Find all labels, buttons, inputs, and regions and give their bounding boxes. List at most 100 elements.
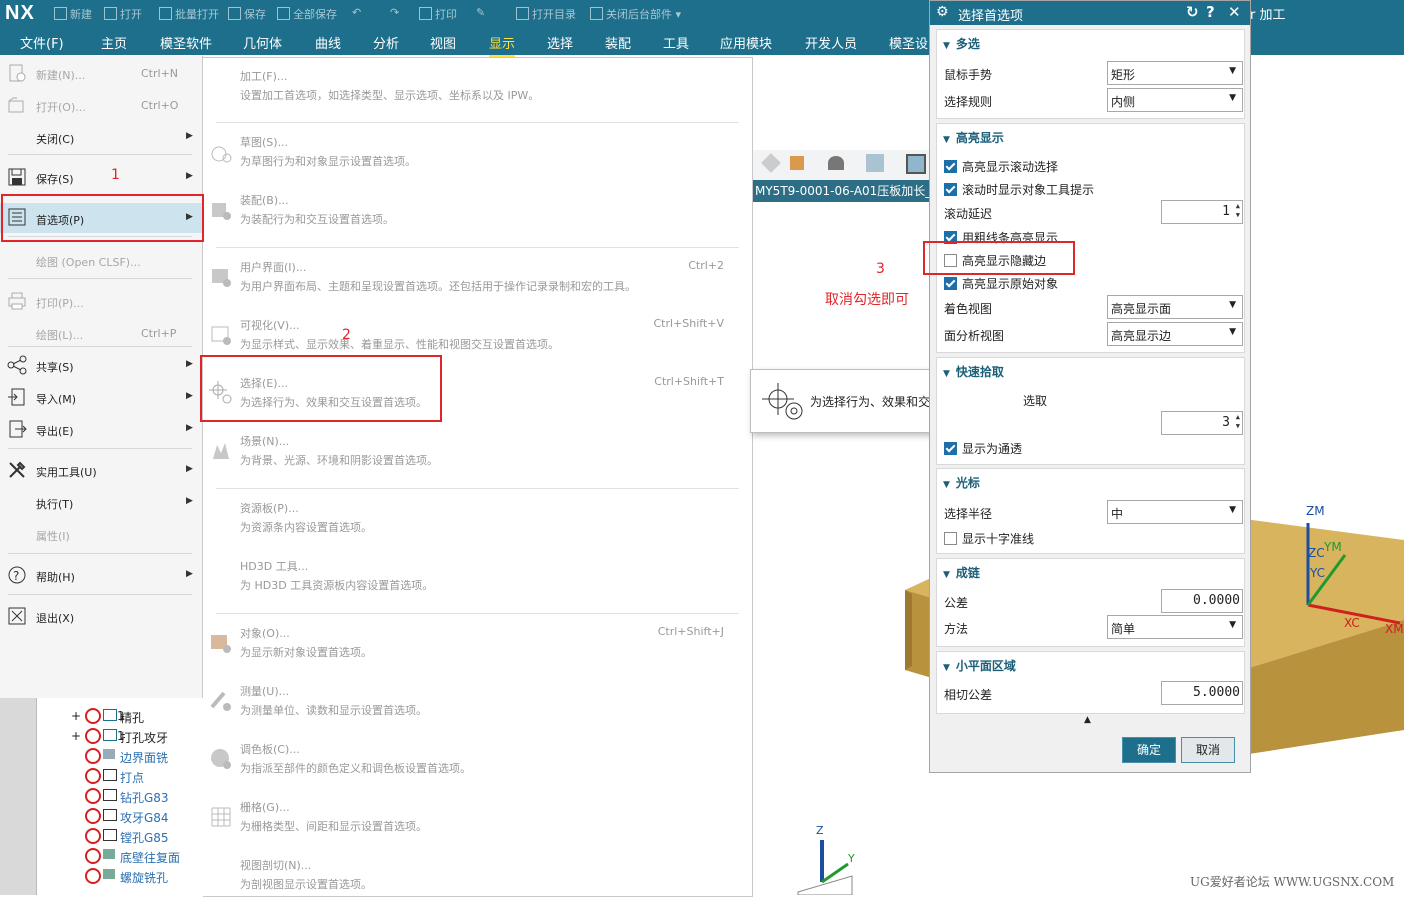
qa-print[interactable]: 打印 [419,6,457,22]
quick-pick-input[interactable]: 3 ▲ ▼ [1161,411,1243,435]
tab-geometry[interactable]: 几何体 [243,33,282,52]
qa-save-all[interactable]: 全部保存 [277,6,337,22]
radius-select[interactable]: 中 ▼ [1107,500,1243,524]
tool-icon[interactable]: ✎ [476,6,485,19]
menu-share[interactable]: 共享(S) ▶ [0,351,202,379]
pref-scene[interactable]: 场景(N)... 为背景、光源、环境和阴影设置首选项。 [203,425,752,475]
tree-row[interactable]: 打点 [37,766,204,786]
menu-utilities[interactable]: 实用工具(U) ▶ [0,456,202,484]
checkbox-checked[interactable] [944,160,957,173]
tab-home[interactable]: 主页 [101,33,127,52]
qa-open[interactable]: 打开 [104,6,142,22]
tab-mosheng2[interactable]: 模圣设 [889,33,928,52]
wire-icon[interactable] [906,154,926,174]
pref-machining[interactable]: 加工(F)... 设置加工首选项，如选择类型、显示选项、坐标系以及 IPW。 [203,60,752,110]
qa-save[interactable]: 保存 [228,6,266,22]
ok-button[interactable]: 确定 [1122,737,1176,763]
menu-execute[interactable]: 执行(T) ▶ [0,488,202,516]
collapse-up-icon[interactable]: ▲ [1084,715,1091,725]
cb-highlight-rolling[interactable]: 高亮显示滚动选择 [944,158,1058,175]
tree-row[interactable]: +1 打孔攻牙 [37,726,204,746]
close-icon[interactable]: ✕ [1228,3,1241,21]
tab-curve[interactable]: 曲线 [315,33,341,52]
pref-sketch[interactable]: 草图(S)... 为草图行为和对象显示设置首选项。 [203,126,752,176]
part-tab[interactable]: MY5T9-0001-06-A01压板加长_s [752,180,933,202]
menu-properties[interactable]: 属性(I) [0,520,202,548]
menu-plot-clsf[interactable]: 绘图 (Open CLSF)... [0,246,202,274]
menu-print[interactable]: 打印(P)... [0,287,202,315]
tab-display[interactable]: 显示 [489,33,516,57]
menu-import[interactable]: 导入(M) ▶ [0,383,202,411]
menu-open[interactable]: 打开(O)... Ctrl+O [0,91,202,119]
menu-help[interactable]: ? 帮助(H) ▶ [0,561,202,589]
solid-icon[interactable] [866,154,884,172]
tree-row[interactable]: 攻牙G84 [37,806,204,826]
pref-visualization[interactable]: 可视化(V)... 为显示样式、显示效果、着重显示、性能和视图交互设置首选项。 Ct… [203,309,752,359]
qa-batch-open[interactable]: 批量打开 [159,6,219,22]
tab-tools[interactable]: 工具 [663,33,689,52]
reset-icon[interactable]: ↻ [1186,3,1199,21]
tree-row[interactable]: 螺旋铣孔 [37,866,204,886]
cancel-button[interactable]: 取消 [1181,737,1235,763]
qa-open-dir[interactable]: 打开目录 [516,6,576,22]
group-header[interactable]: ▼ 小平面区域 [943,657,1016,674]
tab-app-modules[interactable]: 应用模块 [720,33,772,52]
group-header[interactable]: ▼ 高亮显示 [943,129,1004,146]
tree-row[interactable]: 边界面铣 [37,746,204,766]
menu-save[interactable]: 保存(S) ▶ [0,163,202,191]
method-select[interactable]: 简单 ▼ [1107,615,1243,639]
tab-file[interactable]: 文件(F) [20,33,64,52]
box-icon[interactable] [790,156,804,170]
undo-icon[interactable]: ↶ [352,6,361,19]
pref-assembly[interactable]: 装配(B)... 为装配行为和交互设置首选项。 [203,184,752,234]
pref-object[interactable]: 对象(O)... 为显示新对象设置首选项。 Ctrl+Shift+J [203,617,752,667]
checkbox-unchecked[interactable] [944,532,957,545]
qa-new[interactable]: 新建 [54,6,92,22]
tab-analysis[interactable]: 分析 [373,33,399,52]
cube-icon[interactable] [761,153,781,173]
help-icon[interactable]: ? [1206,3,1215,21]
pref-palette[interactable]: 调色板(C)... 为指派至部件的颜色定义和调色板设置首选项。 [203,733,752,783]
qa-close-bg[interactable]: 关闭后台部件 ▾ [590,6,681,22]
group-header[interactable]: ▼ 成链 [943,564,980,581]
tab-view[interactable]: 视图 [430,33,456,52]
pref-hd3d[interactable]: HD3D 工具... 为 HD3D 工具资源板内容设置首选项。 [203,550,752,600]
checkbox-checked[interactable] [944,183,957,196]
tree-row[interactable]: 钻孔G83 [37,786,204,806]
tolerance-input[interactable]: 0.0000 [1161,589,1243,613]
menu-close[interactable]: 关闭(C) ▶ [0,123,202,151]
redo-icon[interactable]: ↷ [390,6,399,19]
tangent-input[interactable]: 5.0000 [1161,681,1243,705]
pref-resource-bar[interactable]: 资源板(P)... 为资源条内容设置首选项。 [203,492,752,542]
tab-assembly[interactable]: 装配 [605,33,631,52]
tree-row[interactable]: +1 精孔 [37,706,204,726]
shade-icon[interactable] [828,156,844,170]
cb-rolling-tooltip[interactable]: 滚动时显示对象工具提示 [944,181,1094,198]
pref-section-view[interactable]: 视图剖切(N)... 为剖视图显示设置首选项。 [203,849,752,899]
checkbox-checked[interactable] [944,277,957,290]
pref-ui[interactable]: 用户界面(I)... 为用户界面布局、主题和呈现设置首选项。还包括用于操作记录录制… [203,251,752,301]
group-header[interactable]: ▼ 光标 [943,474,980,491]
tab-mosheng[interactable]: 模圣软件 [160,33,212,52]
pref-grid[interactable]: 栅格(G)... 为栅格类型、间距和显示设置首选项。 [203,791,752,841]
rule-select[interactable]: 内侧 ▼ [1107,88,1243,112]
delay-input[interactable]: 1 ▲ ▼ [1161,200,1243,224]
cb-crosshair[interactable]: 显示十字准线 [944,530,1034,547]
menu-new[interactable]: 新建(N)... Ctrl+N [0,59,202,87]
spinner-icon[interactable]: ▲ ▼ [1236,202,1240,220]
tab-select[interactable]: 选择 [547,33,573,52]
gesture-select[interactable]: 矩形 ▼ [1107,61,1243,85]
cb-show-transparent[interactable]: 显示为通透 [944,440,1022,457]
checkbox-checked[interactable] [944,442,957,455]
cb-highlight-original[interactable]: 高亮显示原始对象 [944,275,1058,292]
shade-select[interactable]: 高亮显示面 ▼ [1107,295,1243,319]
menu-export[interactable]: 导出(E) ▶ [0,415,202,443]
menu-exit[interactable]: 退出(X) [0,602,202,630]
face-analysis-select[interactable]: 高亮显示边 ▼ [1107,322,1243,346]
tree-row[interactable]: 底壁往复面 [37,846,204,866]
tree-row[interactable]: 镗孔G85 [37,826,204,846]
group-header[interactable]: ▼ 多选 [943,35,980,52]
tab-developer[interactable]: 开发人员 [805,33,857,52]
group-header[interactable]: ▼ 快速拾取 [943,363,1004,380]
menu-plot[interactable]: 绘图(L)... Ctrl+P [0,319,202,347]
